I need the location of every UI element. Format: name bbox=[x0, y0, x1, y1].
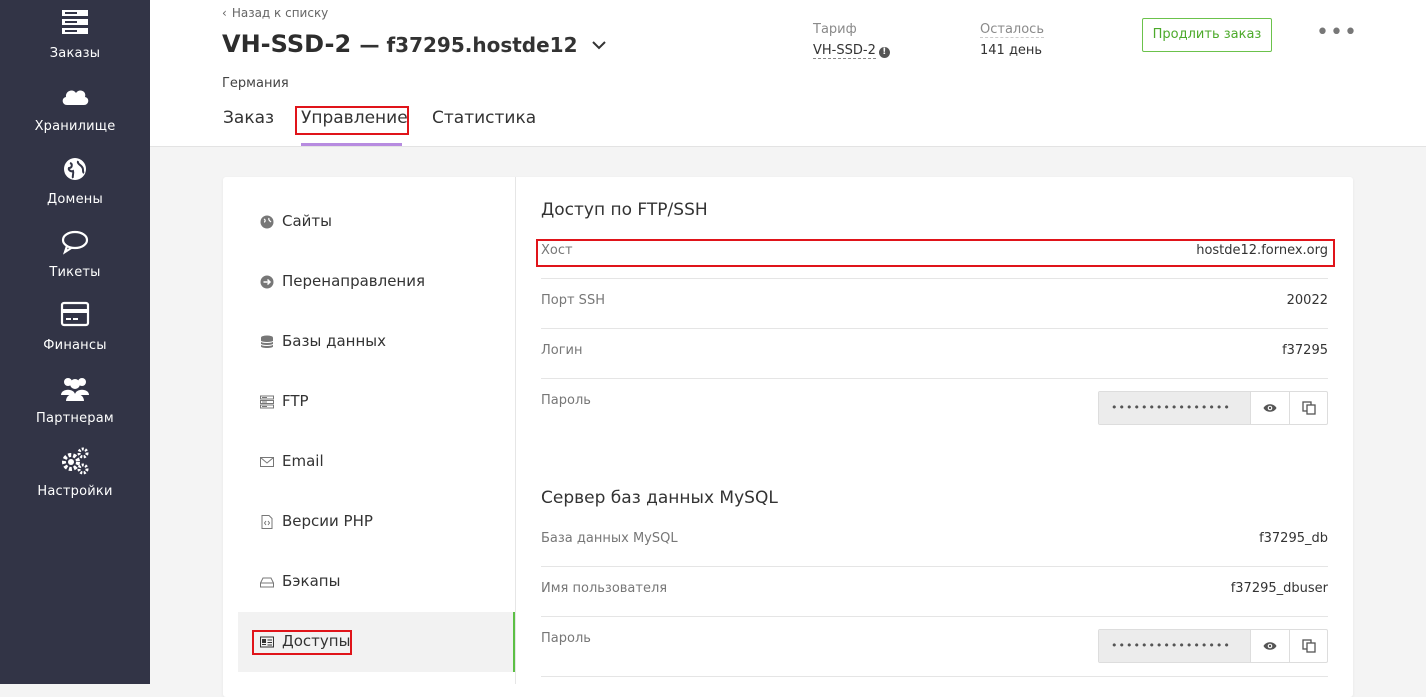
menu-item-databases[interactable]: Базы данных bbox=[238, 312, 515, 372]
password-field[interactable]: •••••••••••••••• bbox=[1099, 392, 1250, 424]
mysql-password-row: Пароль •••••••••••••••• bbox=[541, 617, 1328, 677]
sidebar-item-domains[interactable]: Домены bbox=[0, 154, 150, 227]
server-icon bbox=[62, 10, 88, 34]
tab-statistics[interactable]: Статистика bbox=[432, 108, 536, 128]
remaining-label: Осталось bbox=[980, 22, 1044, 38]
sidebar-item-orders[interactable]: Заказы bbox=[0, 8, 150, 81]
plan-value[interactable]: VH-SSD-2! bbox=[813, 43, 890, 59]
row-key: Имя пользователя bbox=[541, 581, 668, 596]
sidebar-item-storage[interactable]: Хранилище bbox=[0, 81, 150, 154]
highlight-box bbox=[252, 630, 352, 655]
mysql-user-row: Имя пользователя f37295_dbuser bbox=[541, 567, 1328, 617]
sidebar-item-label: Заказы bbox=[49, 46, 101, 61]
chat-icon bbox=[61, 230, 89, 255]
row-key: База данных MySQL bbox=[541, 531, 678, 546]
globe-icon bbox=[64, 158, 86, 180]
menu-item-sites[interactable]: Сайты bbox=[238, 192, 515, 252]
menu-item-redirects[interactable]: Перенаправления bbox=[238, 252, 515, 312]
row-value: 20022 bbox=[1286, 293, 1328, 308]
menu-item-backups[interactable]: Бэкапы bbox=[238, 552, 515, 612]
sidebar-item-label: Партнерам bbox=[36, 411, 114, 426]
ftp-password-row: Пароль •••••••••••••••• bbox=[541, 379, 1328, 439]
menu-item-ftp[interactable]: FTP bbox=[238, 372, 515, 432]
row-value: f37295_dbuser bbox=[1230, 581, 1328, 596]
order-host: — f37295.hostde12 bbox=[359, 33, 578, 57]
credit-card-icon bbox=[60, 301, 90, 327]
row-key: Пароль bbox=[541, 631, 591, 646]
row-value: f37295_db bbox=[1259, 531, 1328, 546]
chevron-left-icon: ‹ bbox=[222, 6, 227, 20]
cloud-icon bbox=[62, 90, 89, 105]
ftp-login-row: Логин f37295 bbox=[541, 329, 1328, 379]
menu-item-php-versions[interactable]: Версии PHP bbox=[238, 492, 515, 552]
ftp-section-title: Доступ по FTP/SSH bbox=[541, 200, 708, 220]
sidebar: Заказы Хранилище Домены Тикеты Финансы П… bbox=[0, 0, 150, 684]
ftp-ssh-port-row: Порт SSH 20022 bbox=[541, 279, 1328, 329]
renew-order-button[interactable]: Продлить заказ bbox=[1142, 18, 1272, 52]
row-key: Пароль bbox=[541, 393, 591, 408]
card-divider bbox=[515, 177, 516, 684]
sidebar-item-label: Домены bbox=[47, 192, 103, 207]
info-icon: ! bbox=[878, 47, 890, 58]
copy-password-button[interactable] bbox=[1289, 630, 1328, 662]
envelope-icon bbox=[260, 457, 274, 467]
copy-icon bbox=[1302, 639, 1316, 653]
password-field[interactable]: •••••••••••••••• bbox=[1099, 630, 1250, 662]
show-password-button[interactable] bbox=[1250, 630, 1289, 662]
highlight-box bbox=[536, 239, 1335, 267]
password-group: •••••••••••••••• bbox=[1098, 629, 1328, 663]
code-file-icon bbox=[261, 515, 273, 529]
arrow-circle-icon bbox=[260, 275, 274, 289]
mysql-db-row: База данных MySQL f37295_db bbox=[541, 517, 1328, 567]
server-icon bbox=[260, 395, 274, 409]
plan-label: Тариф bbox=[813, 22, 857, 37]
tab-order[interactable]: Заказ bbox=[223, 108, 274, 128]
copy-icon bbox=[1302, 401, 1316, 415]
sidebar-item-label: Финансы bbox=[43, 338, 107, 353]
globe-icon bbox=[260, 215, 274, 229]
sidebar-item-finance[interactable]: Финансы bbox=[0, 300, 150, 373]
row-key: Порт SSH bbox=[541, 293, 605, 308]
sidebar-item-partners[interactable]: Партнерам bbox=[0, 373, 150, 446]
menu-item-email[interactable]: Email bbox=[238, 432, 515, 492]
password-group: •••••••••••••••• bbox=[1098, 391, 1328, 425]
sidebar-item-label: Хранилище bbox=[34, 119, 116, 134]
show-password-button[interactable] bbox=[1250, 392, 1289, 424]
sidebar-item-label: Настройки bbox=[37, 484, 113, 499]
sidebar-item-tickets[interactable]: Тикеты bbox=[0, 227, 150, 300]
eye-icon bbox=[1263, 404, 1277, 412]
eye-icon bbox=[1263, 642, 1277, 650]
sidebar-item-settings[interactable]: Настройки bbox=[0, 446, 150, 519]
country-label: Германия bbox=[222, 76, 289, 91]
row-value: f37295 bbox=[1282, 343, 1328, 358]
database-icon bbox=[260, 335, 274, 348]
gears-icon bbox=[62, 447, 89, 475]
chevron-down-icon bbox=[592, 41, 606, 50]
row-key: Логин bbox=[541, 343, 583, 358]
order-name: VH-SSD-2 bbox=[222, 30, 352, 58]
mysql-section-title: Сервер баз данных MySQL bbox=[541, 488, 778, 508]
more-menu-button[interactable]: ••• bbox=[1316, 22, 1358, 44]
highlight-box bbox=[295, 106, 409, 135]
hdd-icon bbox=[260, 577, 274, 588]
page-title[interactable]: VH-SSD-2 — f37295.hostde12 bbox=[222, 30, 606, 58]
back-link[interactable]: ‹ Назад к списку bbox=[222, 6, 328, 20]
users-icon bbox=[61, 378, 89, 401]
active-tab-indicator bbox=[301, 143, 402, 146]
remaining-value: 141 день bbox=[980, 43, 1043, 58]
sidebar-item-label: Тикеты bbox=[49, 265, 101, 280]
copy-password-button[interactable] bbox=[1289, 392, 1328, 424]
